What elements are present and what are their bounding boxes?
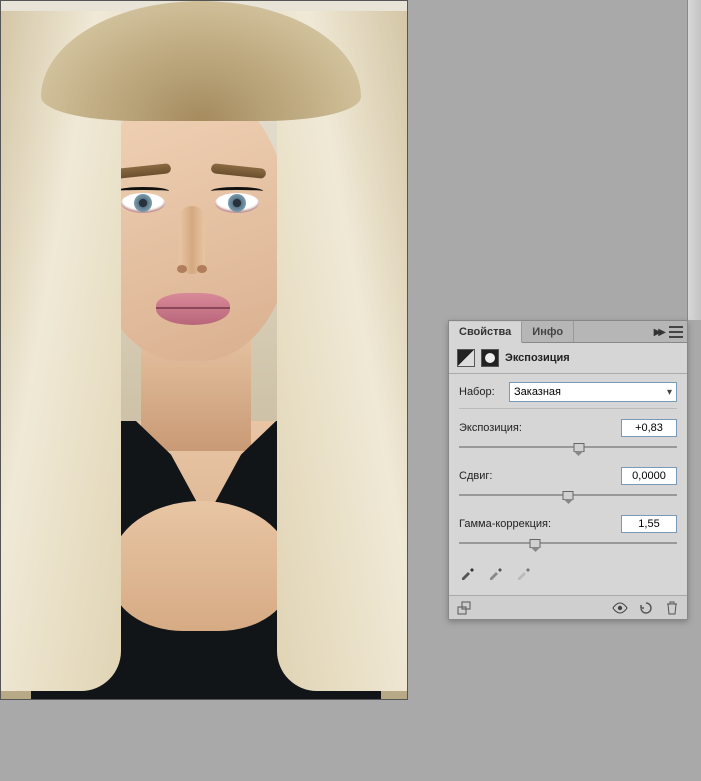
exposure-label: Экспозиция: (459, 422, 522, 434)
eyedropper-white-icon[interactable] (515, 563, 533, 581)
gamma-input[interactable] (621, 515, 677, 533)
eyedropper-black-icon[interactable] (459, 563, 477, 581)
chevron-down-icon: ▾ (667, 387, 672, 398)
slider-thumb[interactable] (563, 491, 574, 500)
panel-menu-icon[interactable] (669, 326, 683, 338)
tab-properties[interactable]: Свойства (449, 321, 522, 343)
offset-label: Сдвиг: (459, 470, 492, 482)
canvas-image[interactable] (0, 0, 408, 700)
preset-label: Набор: (459, 386, 509, 398)
preset-value: Заказная (514, 386, 561, 398)
visibility-icon[interactable] (611, 599, 629, 617)
offset-control: Сдвиг: (459, 467, 677, 501)
gamma-slider[interactable] (459, 537, 677, 549)
exposure-slider[interactable] (459, 441, 677, 453)
eyedropper-gray-icon[interactable] (487, 563, 505, 581)
gamma-label: Гамма-коррекция: (459, 518, 551, 530)
exposure-control: Экспозиция: (459, 419, 677, 453)
offset-input[interactable] (621, 467, 677, 485)
dock-bar (687, 0, 701, 320)
exposure-input[interactable] (621, 419, 677, 437)
offset-slider[interactable] (459, 489, 677, 501)
reset-icon[interactable] (637, 599, 655, 617)
preset-select[interactable]: Заказная ▾ (509, 382, 677, 402)
gamma-control: Гамма-коррекция: (459, 515, 677, 549)
clip-to-layer-icon[interactable] (455, 599, 473, 617)
panel-title: Экспозиция (505, 352, 570, 364)
adjustment-type-icon[interactable] (457, 349, 475, 367)
properties-panel: Свойства Инфо ▶▶ Экспозиция Набор: Заказ… (448, 320, 688, 620)
panel-tabstrip: Свойства Инфо ▶▶ (449, 321, 687, 343)
layer-mask-icon[interactable] (481, 349, 499, 367)
tab-info[interactable]: Инфо (522, 321, 574, 342)
slider-thumb[interactable] (573, 443, 584, 452)
slider-thumb[interactable] (530, 539, 541, 548)
collapse-icon[interactable]: ▶▶ (654, 327, 663, 338)
trash-icon[interactable] (663, 599, 681, 617)
